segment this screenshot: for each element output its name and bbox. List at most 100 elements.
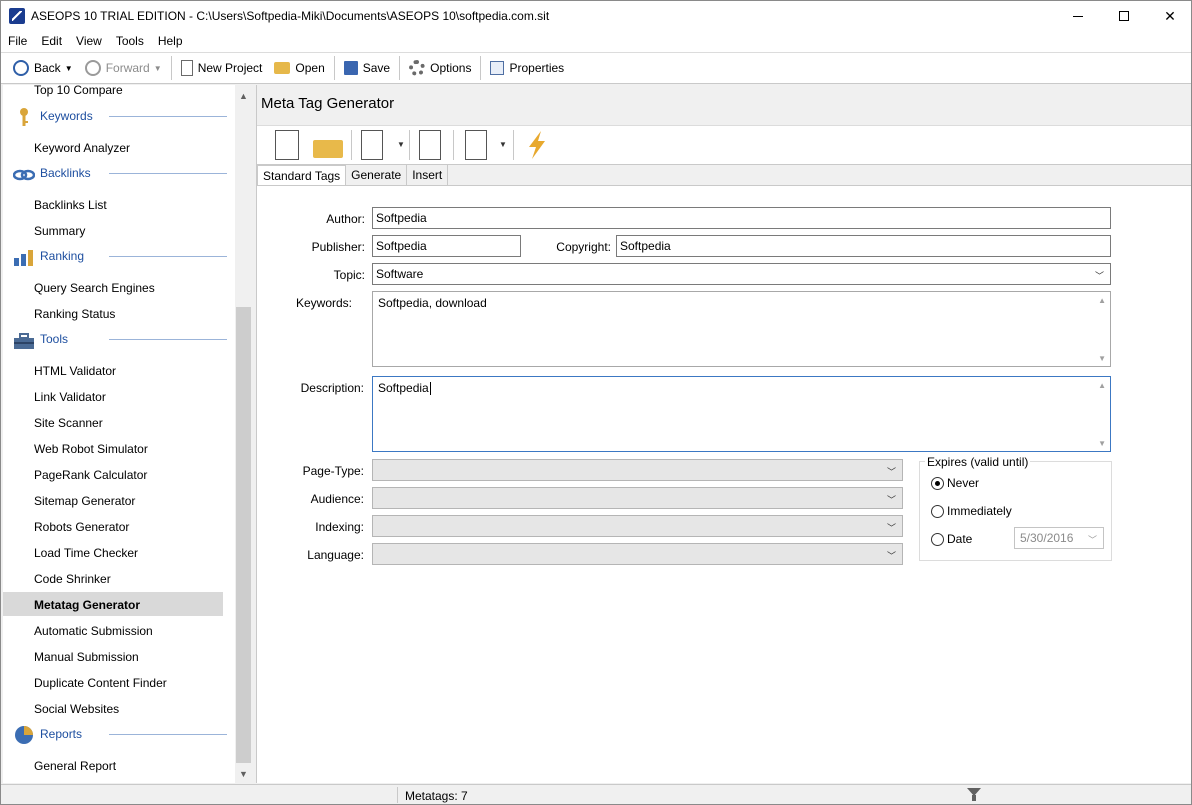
back-arrow-icon <box>13 60 29 76</box>
generator-toolbar: ▼ ▼ <box>257 125 1191 165</box>
title-bar: ASEOPS 10 TRIAL EDITION - C:\Users\Softp… <box>1 1 1191 31</box>
radio-never[interactable]: Never <box>931 476 979 490</box>
sidebar-item-automatic-submission[interactable]: Automatic Submission <box>34 624 153 638</box>
main-panel: Meta Tag Generator ▼ ▼ Standard Tags Gen… <box>256 85 1191 783</box>
new-project-button[interactable]: New Project <box>175 56 269 80</box>
sidebar-scrollbar[interactable]: ▲ ▼ <box>235 85 252 783</box>
radio-button-checked[interactable] <box>931 476 944 490</box>
scroll-up-icon[interactable]: ▲ <box>1098 296 1106 305</box>
sidebar-item-pagerank-calculator[interactable]: PageRank Calculator <box>34 468 147 482</box>
sidebar-section-keywords: Keywords <box>13 107 227 127</box>
sidebar-item-site-scanner[interactable]: Site Scanner <box>34 416 103 430</box>
author-field[interactable]: Softpedia <box>372 207 1111 229</box>
export-document-icon[interactable] <box>419 130 441 160</box>
language-select[interactable]: ﹀ <box>372 543 903 565</box>
copy-documents-icon[interactable] <box>361 130 383 160</box>
keywords-textarea[interactable]: Softpedia, download ▲ ▼ <box>372 291 1111 367</box>
metatag-count: Metatags: 7 <box>405 789 468 803</box>
indexing-select[interactable]: ﹀ <box>372 515 903 537</box>
sidebar-item-social-websites[interactable]: Social Websites <box>34 702 119 716</box>
sidebar-item-top-10-compare[interactable]: Top 10 Compare <box>34 85 123 97</box>
menu-tools[interactable]: Tools <box>109 31 151 52</box>
sidebar-item-metatag-generator[interactable]: Metatag Generator <box>3 592 223 616</box>
chevron-down-icon: ﹀ <box>886 467 896 477</box>
radio-immediately[interactable]: Immediately <box>931 504 1012 518</box>
back-button[interactable]: Back <box>7 56 67 80</box>
sidebar-item-ranking-status[interactable]: Ranking Status <box>34 307 115 321</box>
audience-select[interactable]: ﹀ <box>372 487 903 509</box>
navigation-sidebar: Top 10 Compare Keywords Keyword Analyzer… <box>3 85 235 783</box>
page-type-select[interactable]: ﹀ <box>372 459 903 481</box>
scroll-thumb[interactable] <box>236 307 251 763</box>
minimize-button[interactable] <box>1055 1 1101 31</box>
refresh-document-icon[interactable] <box>465 130 487 160</box>
sidebar-item-query-search-engines[interactable]: Query Search Engines <box>34 281 155 295</box>
open-folder-icon[interactable] <box>313 140 343 158</box>
refresh-dropdown[interactable]: ▼ <box>499 140 507 149</box>
scroll-down-icon[interactable]: ▼ <box>235 765 252 782</box>
radio-date[interactable]: Date <box>931 532 972 546</box>
sidebar-item-backlinks-list[interactable]: Backlinks List <box>34 198 107 212</box>
menu-edit[interactable]: Edit <box>34 31 69 52</box>
sidebar-item-summary[interactable]: Summary <box>34 224 85 238</box>
new-document-icon[interactable] <box>275 130 299 160</box>
keywords-label: Keywords: <box>295 296 352 310</box>
lightning-bolt-icon[interactable] <box>523 130 551 160</box>
tab-insert[interactable]: Insert <box>407 165 449 185</box>
radio-button[interactable] <box>931 532 944 546</box>
menu-view[interactable]: View <box>69 31 109 52</box>
sidebar-item-keyword-analyzer[interactable]: Keyword Analyzer <box>34 141 130 155</box>
author-label: Author: <box>326 212 365 226</box>
forward-dropdown[interactable]: ▼ <box>154 64 164 73</box>
topic-select[interactable]: Software ﹀ <box>372 263 1111 285</box>
publisher-field[interactable]: Softpedia <box>372 235 521 257</box>
options-button[interactable]: Options <box>403 56 477 80</box>
sidebar-item-sitemap-generator[interactable]: Sitemap Generator <box>34 494 135 508</box>
expiry-date-picker[interactable]: 5/30/2016 ﹀ <box>1014 527 1104 549</box>
key-icon <box>20 108 28 126</box>
sidebar-item-code-shrinker[interactable]: Code Shrinker <box>34 572 111 586</box>
properties-icon <box>490 61 505 75</box>
description-label: Description: <box>300 381 364 395</box>
sidebar-section-tools: Tools <box>13 330 227 350</box>
maximize-button[interactable] <box>1101 1 1147 31</box>
forward-button[interactable]: Forward <box>79 56 156 80</box>
toolbar-separator <box>333 56 335 80</box>
sidebar-item-duplicate-content-finder[interactable]: Duplicate Content Finder <box>34 676 167 690</box>
toolbar-separator <box>480 56 482 80</box>
sidebar-item-load-time-checker[interactable]: Load Time Checker <box>34 546 138 560</box>
menu-file[interactable]: File <box>1 31 34 52</box>
text-caret <box>429 382 431 396</box>
scroll-up-icon[interactable]: ▲ <box>235 87 252 104</box>
toolbar-separator <box>170 56 172 80</box>
description-textarea[interactable]: Softpedia ▲ ▼ <box>372 376 1111 452</box>
sidebar-item-html-validator[interactable]: HTML Validator <box>34 364 116 378</box>
sidebar-item-manual-submission[interactable]: Manual Submission <box>34 650 139 664</box>
sidebar-item-robots-generator[interactable]: Robots Generator <box>34 520 129 534</box>
scroll-down-icon[interactable]: ▼ <box>1098 439 1106 448</box>
tab-standard-tags[interactable]: Standard Tags <box>257 165 347 186</box>
scroll-down-icon[interactable]: ▼ <box>1098 354 1106 363</box>
radio-button[interactable] <box>931 504 944 518</box>
chevron-down-icon: ﹀ <box>886 551 896 561</box>
app-window: ASEOPS 10 TRIAL EDITION - C:\Users\Softp… <box>0 0 1192 805</box>
properties-button[interactable]: Properties <box>484 56 570 80</box>
sidebar-section-ranking: Ranking <box>13 247 227 267</box>
sidebar-item-general-report[interactable]: General Report <box>34 759 116 773</box>
tab-strip: Standard Tags Generate Insert <box>257 165 449 186</box>
copyright-field[interactable]: Softpedia <box>616 235 1111 257</box>
topic-label: Topic: <box>333 268 365 282</box>
sidebar-item-link-validator[interactable]: Link Validator <box>34 390 106 404</box>
ranking-chart-icon <box>14 250 33 266</box>
status-bar: Metatags: 7 <box>1 784 1191 804</box>
scroll-up-icon[interactable]: ▲ <box>1098 381 1106 390</box>
menu-help[interactable]: Help <box>151 31 190 52</box>
open-button[interactable]: Open <box>268 56 330 80</box>
save-button[interactable]: Save <box>338 56 396 80</box>
back-dropdown[interactable]: ▼ <box>65 64 75 73</box>
copy-dropdown[interactable]: ▼ <box>397 140 405 149</box>
chevron-down-icon: ﹀ <box>1094 271 1104 281</box>
sidebar-item-web-robot-simulator[interactable]: Web Robot Simulator <box>34 442 148 456</box>
close-button[interactable]: ✕ <box>1147 1 1192 31</box>
tab-generate[interactable]: Generate <box>346 165 408 185</box>
